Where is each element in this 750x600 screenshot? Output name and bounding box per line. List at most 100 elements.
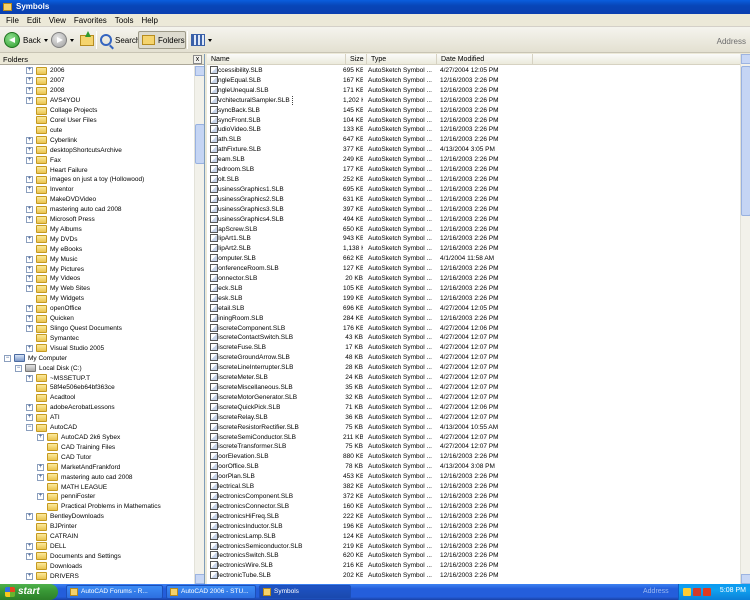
collapse-icon[interactable]: − [4, 354, 11, 362]
close-icon[interactable]: x [193, 55, 202, 64]
expand-icon[interactable]: + [26, 374, 33, 382]
file-row[interactable]: _DiningRoom.SLB 284 KB AutoSketch Symbol .… [207, 313, 740, 324]
file-row[interactable]: _AsyncBack.SLB 145 KB AutoSketch Symbol ..… [207, 105, 740, 116]
file-row[interactable]: _AngleEqual.SLB 167 KB AutoSketch Symbol .… [207, 75, 740, 86]
column-date-modified[interactable]: Date Modified [437, 54, 533, 65]
tree-item[interactable]: My Widgets [0, 294, 195, 304]
scroll-thumb[interactable] [195, 124, 204, 164]
file-row[interactable]: _ArchitecturalSampler.SLB 1,202 KB AutoSke… [207, 95, 740, 106]
tree-item[interactable]: + MarketAndFrankford [0, 462, 195, 472]
tree-item[interactable]: + My Pictures [0, 264, 195, 274]
up-folder-button[interactable] [80, 30, 94, 49]
file-row[interactable]: _DiscreteComponent.SLB 176 KB AutoSketch S… [207, 323, 740, 334]
tree-item[interactable]: − AutoCAD [0, 423, 195, 433]
menu-edit[interactable]: Edit [25, 16, 47, 25]
tree-item[interactable]: CATRAIN [0, 532, 195, 542]
file-row[interactable]: _DiscreteQuickPick.SLB 71 KB AutoSketch Sy… [207, 402, 740, 413]
file-row[interactable]: _DiscreteLineInterrupter.SLB 28 KB AutoSke… [207, 363, 740, 373]
tree-item[interactable]: 58f4e506eb64bf363ce [0, 383, 195, 393]
file-row[interactable]: _DiscreteGroundArrow.SLB 48 KB AutoSketch … [207, 353, 740, 363]
file-list-scrollbar[interactable] [740, 54, 750, 584]
tree-item[interactable]: +2007 [0, 76, 195, 86]
expand-icon[interactable]: + [37, 473, 44, 481]
file-row[interactable]: _Desk.SLB 199 KB AutoSketch Symbol ... 12/1… [207, 293, 740, 304]
file-row[interactable]: _BusinessGraphics1.SLB 695 KB AutoSketch S… [207, 184, 740, 195]
tree-item[interactable]: + Quicken [0, 314, 195, 324]
tree-item[interactable]: + Documents and Settings [0, 551, 195, 561]
file-row[interactable]: _Beam.SLB 249 KB AutoSketch Symbol ... 12/1… [207, 155, 740, 165]
file-row[interactable]: _DiscreteMeter.SLB 24 KB AutoSketch Symbol… [207, 373, 740, 383]
tree-item[interactable]: + BentleyDownloads [0, 512, 195, 522]
tree-item[interactable]: + AVS4YOU [0, 96, 195, 106]
folders-button[interactable]: Folders [138, 31, 186, 49]
notification-icon[interactable] [683, 588, 691, 596]
expand-icon[interactable]: + [26, 97, 33, 105]
expand-icon[interactable]: + [26, 542, 33, 550]
taskbar-item-symbols[interactable]: Symbols [259, 585, 351, 599]
file-row[interactable]: _BathFixture.SLB 377 KB AutoSketch Symbol … [207, 145, 740, 155]
expand-icon[interactable]: + [26, 136, 33, 144]
tree-item[interactable]: + Microsoft Press [0, 215, 195, 225]
security-icon[interactable] [693, 588, 701, 596]
expand-icon[interactable]: + [26, 275, 33, 283]
file-row[interactable]: _ElectronicsWire.SLB 216 KB AutoSketch Sym… [207, 561, 740, 571]
scroll-up-arrow[interactable] [195, 66, 204, 76]
file-row[interactable]: _Electrical.SLB 382 KB AutoSketch Symbol .… [207, 482, 740, 492]
column-type[interactable]: Type [367, 54, 437, 65]
file-row[interactable]: _AsyncFront.SLB 104 KB AutoSketch Symbol .… [207, 115, 740, 126]
search-button[interactable]: Search [100, 31, 140, 49]
collapse-icon[interactable]: − [15, 364, 22, 372]
expand-icon[interactable]: + [26, 265, 33, 273]
file-row[interactable]: _BusinessGraphics4.SLB 494 KB AutoSketch S… [207, 214, 740, 225]
tree-item[interactable]: +2008 [0, 86, 195, 96]
file-row[interactable]: _AngleUnequal.SLB 171 KB AutoSketch Symbol… [207, 85, 740, 96]
tree-item[interactable]: + penniFoster [0, 492, 195, 502]
expand-icon[interactable]: + [26, 513, 33, 521]
file-row[interactable]: _DiscreteFuse.SLB 17 KB AutoSketch Symbol … [207, 343, 740, 353]
scroll-down-arrow[interactable] [195, 574, 204, 584]
tree-item[interactable]: + My Music [0, 254, 195, 264]
expand-icon[interactable]: + [37, 463, 44, 471]
expand-icon[interactable]: + [26, 235, 33, 243]
tree-item[interactable]: Symantec [0, 333, 195, 343]
tree-item[interactable]: + images on just a toy (Hollowood) [0, 175, 195, 185]
tree-item[interactable]: + ATI [0, 413, 195, 423]
column-size[interactable]: Size [346, 54, 367, 65]
expand-icon[interactable]: + [26, 176, 33, 184]
expand-icon[interactable]: + [26, 305, 33, 313]
taskbar-item-autocad-2006[interactable]: AutoCAD 2006 - STU... [166, 585, 256, 599]
expand-icon[interactable]: + [26, 77, 33, 85]
collapse-icon[interactable]: − [26, 424, 33, 432]
tree-item[interactable]: + Fax [0, 155, 195, 165]
tree-item[interactable]: MakeDVDVideo [0, 195, 195, 205]
file-row[interactable]: _Connector.SLB 20 KB AutoSketch Symbol ...… [207, 274, 740, 284]
file-row[interactable]: _AudioVideo.SLB 133 KB AutoSketch Symbol .… [207, 125, 740, 135]
file-row[interactable]: _CapScrew.SLB 650 KB AutoSketch Symbol ...… [207, 224, 740, 235]
expand-icon[interactable]: + [26, 315, 33, 323]
file-row[interactable]: _ElectronicsHiFreq.SLB 222 KB AutoSketch S… [207, 511, 740, 522]
column-name[interactable]: Name [207, 54, 346, 65]
file-row[interactable]: _BusinessGraphics2.SLB 631 KB AutoSketch S… [207, 194, 740, 205]
tree-item[interactable]: My Albums [0, 225, 195, 235]
expand-icon[interactable]: + [26, 414, 33, 422]
tree-item[interactable]: CAD Tutor [0, 452, 195, 462]
file-row[interactable]: _Bolt.SLB 252 KB AutoSketch Symbol ... 12/1… [207, 174, 740, 185]
tree-item[interactable]: + Visual Studio 2005 [0, 343, 195, 353]
file-row[interactable]: _Computer.SLB 662 KB AutoSketch Symbol ...… [207, 254, 740, 264]
expand-icon[interactable]: + [37, 433, 44, 441]
file-row[interactable]: _Deck.SLB 105 KB AutoSketch Symbol ... 12/1… [207, 283, 740, 294]
expand-icon[interactable]: + [26, 404, 33, 412]
file-row[interactable]: _DiscreteResistorRectifier.SLB 75 KB AutoS… [207, 422, 740, 433]
file-row[interactable]: _ElectronicsInductor.SLB 196 KB AutoSketch… [207, 521, 740, 532]
file-row[interactable]: _Bedroom.SLB 177 KB AutoSketch Symbol ... 1… [207, 165, 740, 175]
expand-icon[interactable]: + [26, 146, 33, 154]
tree-item[interactable]: + My Web Sites [0, 284, 195, 294]
clock[interactable]: 5:08 PM [720, 587, 746, 594]
tree-item[interactable]: cute [0, 125, 195, 135]
expand-icon[interactable]: + [26, 285, 33, 293]
tree-item[interactable]: + My Videos [0, 274, 195, 284]
tree-item[interactable]: Acadtool [0, 393, 195, 403]
views-button[interactable] [191, 31, 212, 49]
file-row[interactable]: _ClipArt1.SLB 943 KB AutoSketch Symbol ...… [207, 234, 740, 244]
ati-icon[interactable] [703, 588, 711, 596]
